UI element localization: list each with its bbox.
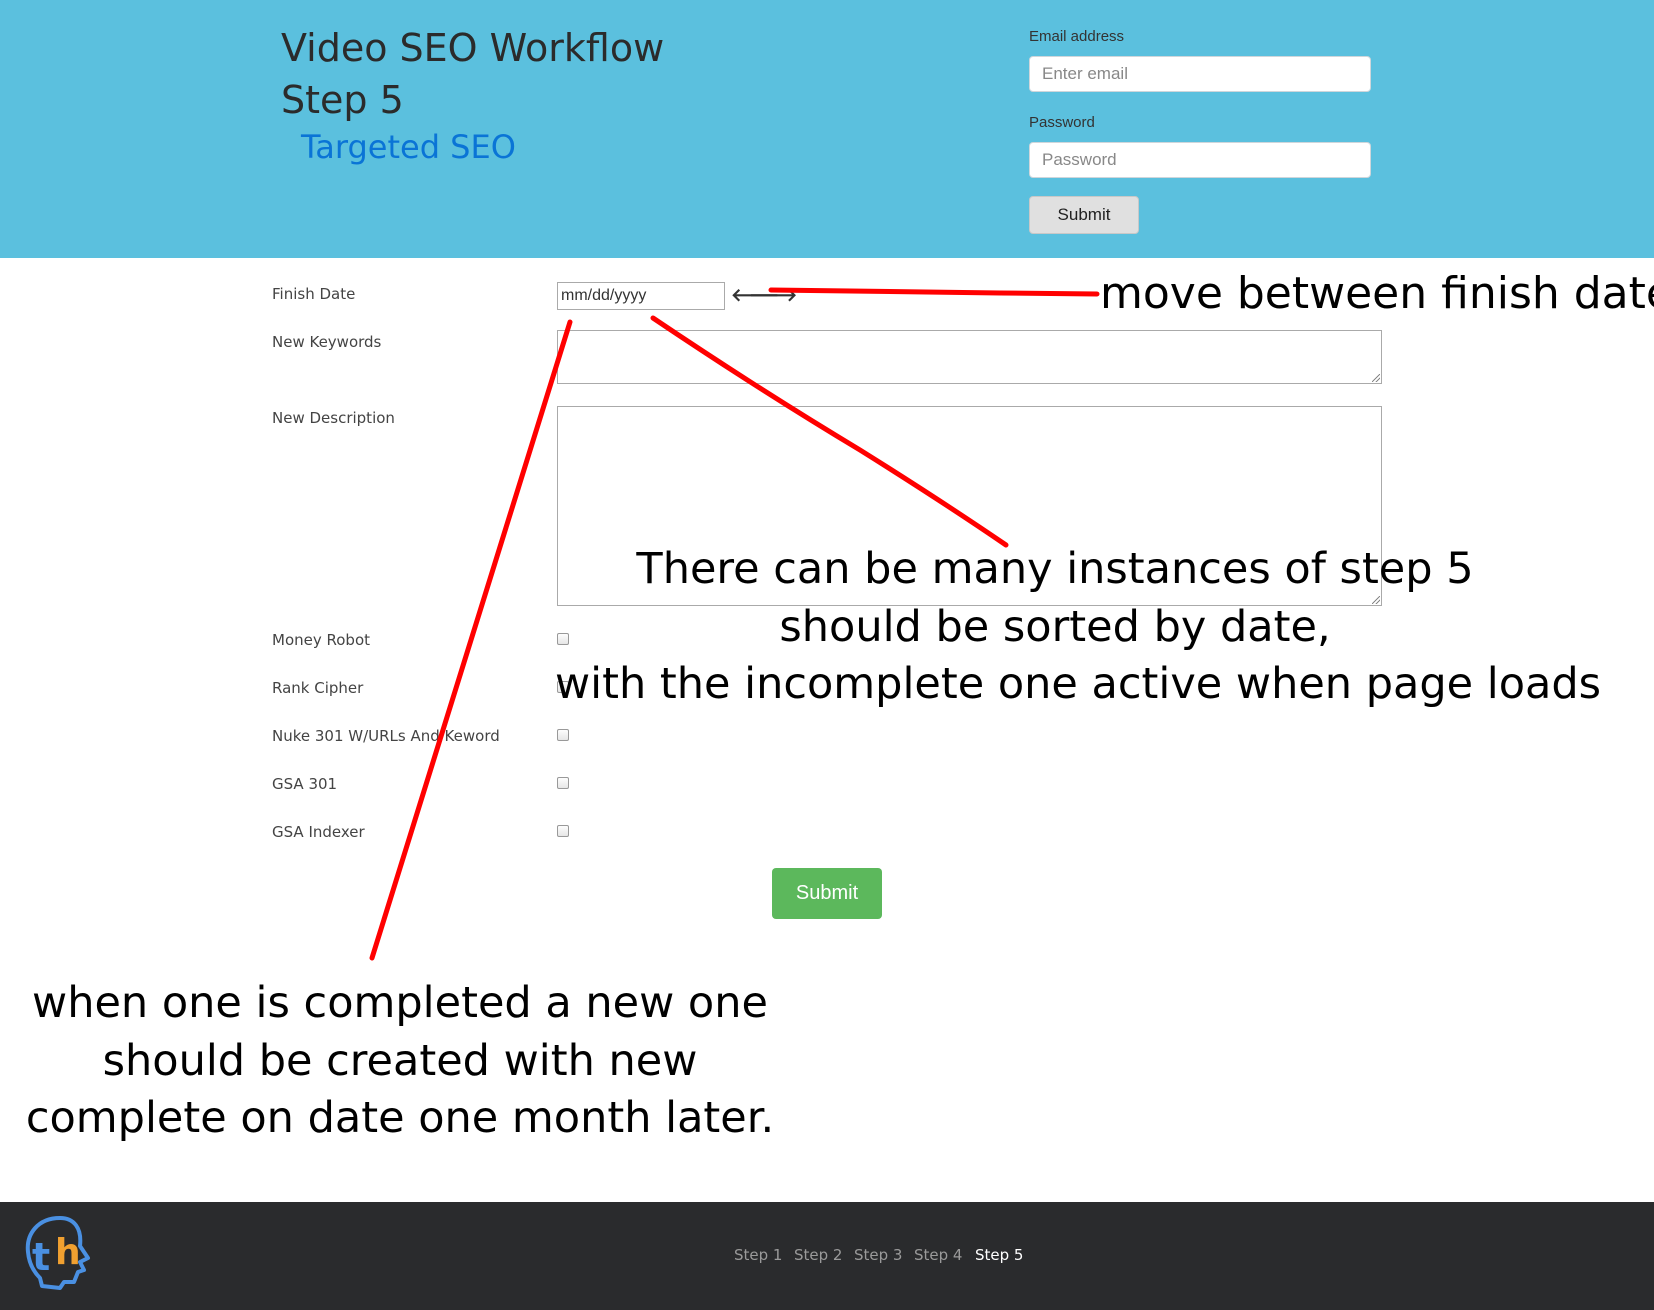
email-label: Email address [1029,28,1125,45]
footer-step-1-link[interactable]: Step 1 [734,1246,782,1264]
footer-step-4-link[interactable]: Step 4 [914,1246,962,1264]
annotation-move-dates: move between finish dates [1100,268,1654,319]
footer-step-3-link[interactable]: Step 3 [854,1246,902,1264]
checkbox-label-gsa-301: GSA 301 [272,775,338,793]
checkbox-label-rank-cipher: Rank Cipher [272,679,364,697]
password-label: Password [1029,114,1095,131]
svg-text:h: h [55,1232,81,1273]
annotation-completed-line1: when one is completed a new one [32,978,768,1028]
annotation-instances-line1: There can be many instances of step 5 [636,544,1474,594]
page-subtitle: Targeted SEO [301,128,516,166]
footer-step-2-link[interactable]: Step 2 [794,1246,842,1264]
svg-text:t: t [32,1235,50,1279]
th-logo-icon[interactable]: t h [20,1212,96,1292]
password-field[interactable]: Password [1029,142,1371,178]
finish-date-input[interactable]: mm/dd/yyyy [557,282,725,310]
checkbox-label-gsa-indexer: GSA Indexer [272,823,365,841]
new-keywords-label: New Keywords [272,333,382,351]
annotation-completed-line3: complete on date one month later. [25,1093,775,1143]
finish-date-label: Finish Date [272,285,356,303]
checkbox-gsa-indexer[interactable] [557,825,569,837]
checkbox-nuke-301[interactable] [557,729,569,741]
page-step-title: Step 5 [281,78,404,122]
page-title: Video SEO Workflow [281,26,665,70]
annotation-instances-line2: should be sorted by date, [779,602,1331,652]
new-keywords-textarea[interactable] [557,330,1382,384]
checkbox-gsa-301[interactable] [557,777,569,789]
resize-handle-icon[interactable] [1372,374,1380,382]
annotation-instances-line3: with the incomplete one active when page… [555,659,1602,709]
annotation-line-completed [369,319,573,961]
checkbox-label-money-robot: Money Robot [272,631,371,649]
next-date-arrow-icon[interactable]: 🡒 [749,285,797,306]
checkbox-label-nuke-301: Nuke 301 W/URLs And Keword [272,727,500,745]
login-submit-button[interactable]: Submit [1029,196,1139,234]
footer-step-5-link[interactable]: Step 5 [975,1246,1023,1264]
form-submit-button[interactable]: Submit [772,868,882,919]
new-description-label: New Description [272,409,395,427]
header-bar [0,0,1654,258]
annotation-line-dates [768,287,1100,297]
annotation-completed-line2: should be created with new [102,1036,698,1086]
email-field[interactable]: Enter email [1029,56,1371,92]
